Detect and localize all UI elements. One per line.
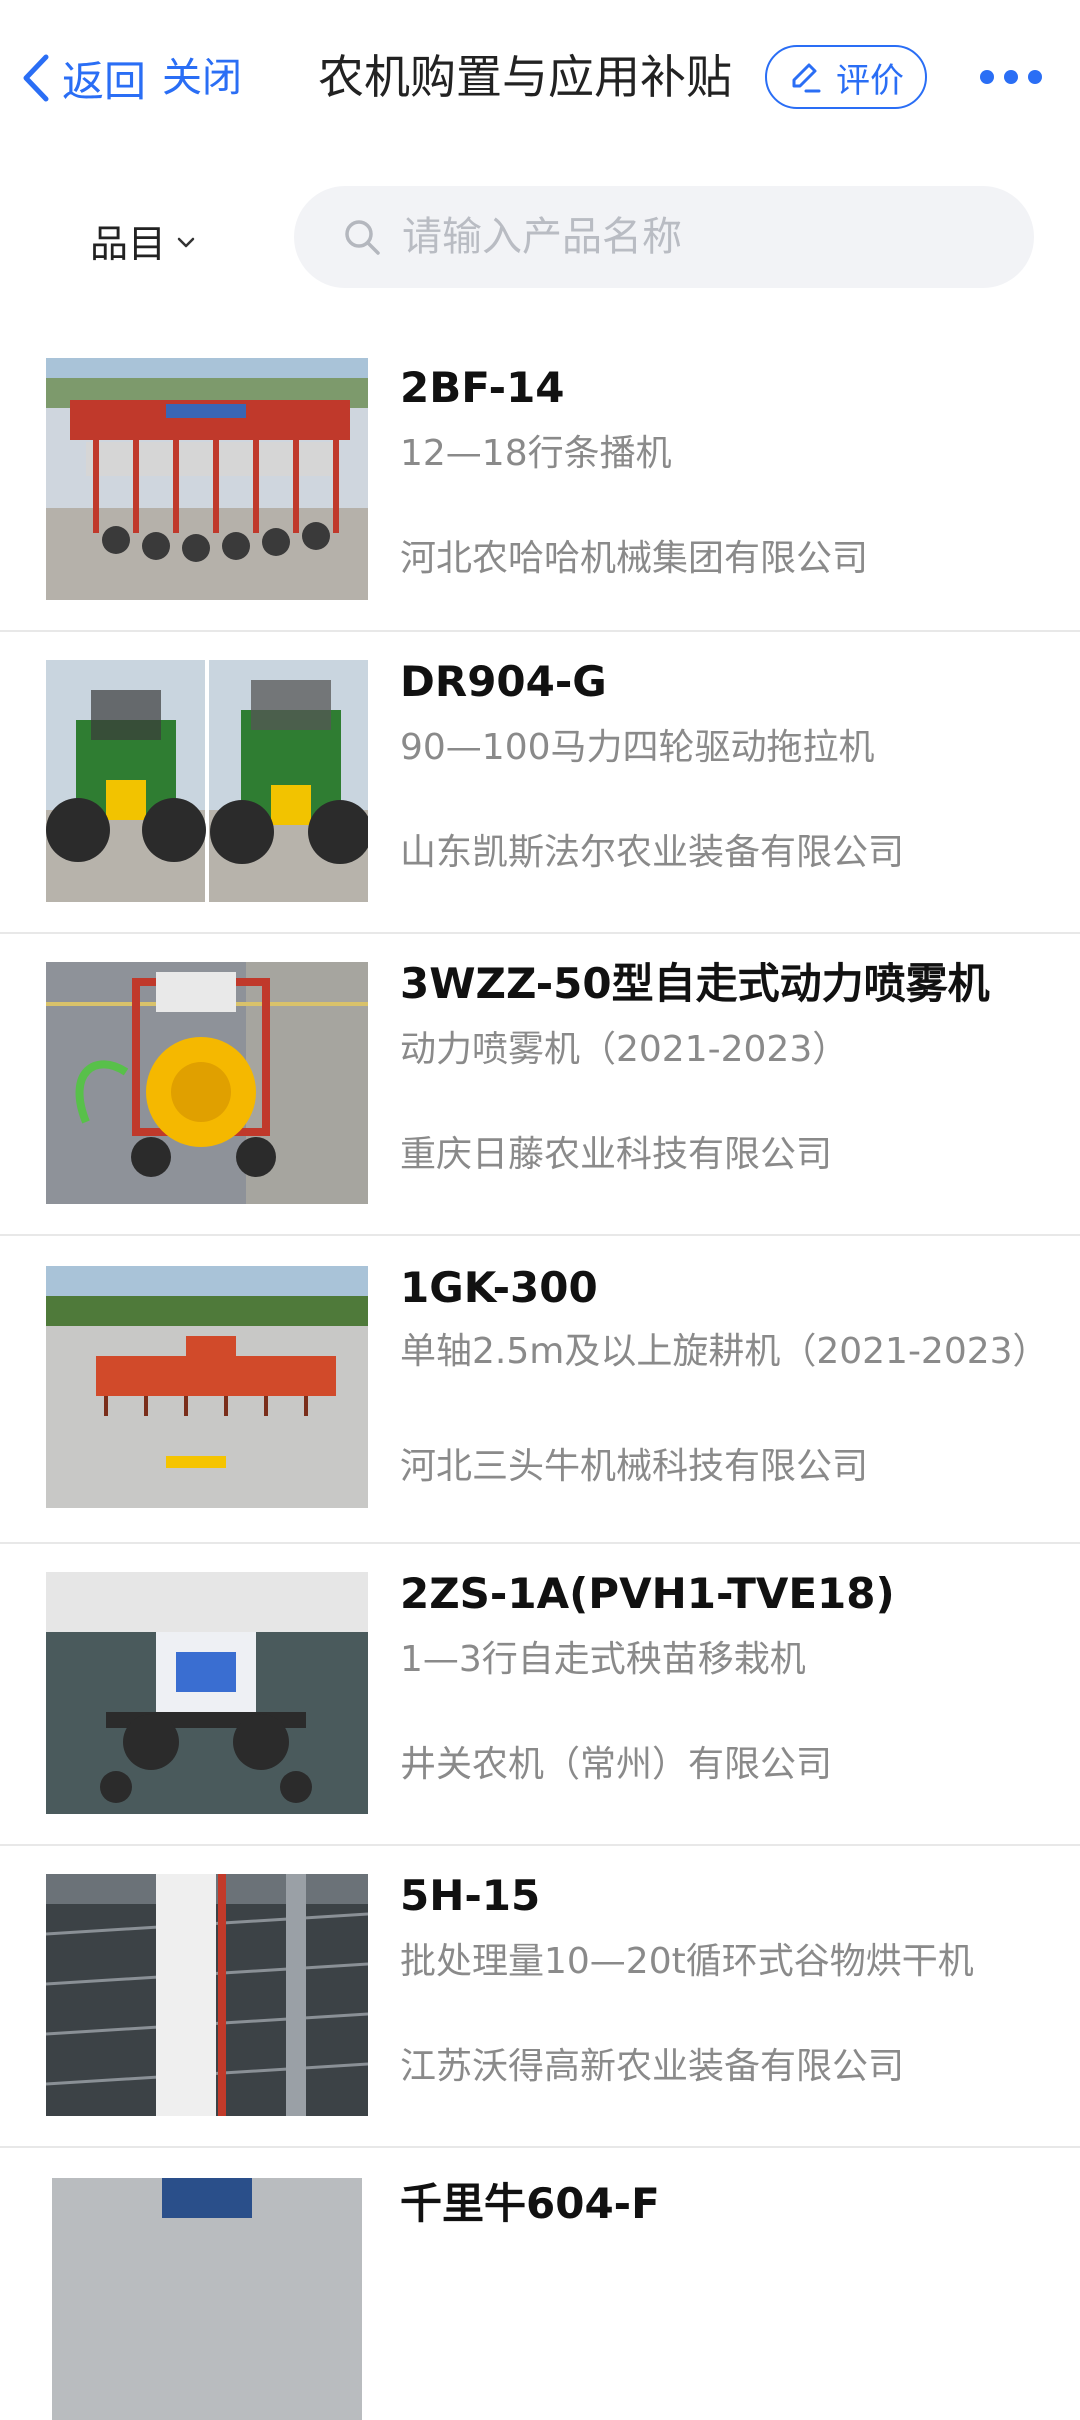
list-item[interactable]: 2BF-14 12—18行条播机 河北农哈哈机械集团有限公司 (0, 336, 1080, 632)
product-company: 江苏沃得高新农业装备有限公司 (400, 2046, 905, 2087)
rate-button[interactable]: 评价 (765, 45, 927, 109)
page-title: 农机购置与应用补贴 (318, 50, 732, 104)
product-model: 2ZS-1A(PVH1-TVE18) (400, 1569, 895, 1618)
close-button[interactable]: 关闭 (162, 48, 242, 108)
product-image (46, 660, 368, 902)
product-image (46, 358, 368, 600)
list-item[interactable]: 3WZZ-50型自走式动力喷雾机 动力喷雾机（2021-2023） 重庆日藤农业… (0, 934, 1080, 1236)
product-company: 河北农哈哈机械集团有限公司 (400, 538, 869, 579)
chevron-left-icon (23, 54, 49, 102)
back-button[interactable]: 返回 (18, 48, 146, 108)
list-item[interactable]: DR904-G 90—100马力四轮驱动拖拉机 山东凯斯法尔农业装备有限公司 (0, 632, 1080, 934)
product-company: 重庆日藤农业科技有限公司 (400, 1134, 833, 1175)
product-image (52, 2178, 362, 2420)
rate-label: 评价 (836, 60, 904, 101)
product-category: 单轴2.5m及以上旋耕机（2021-2023） (400, 1331, 1049, 1372)
product-model: 5H-15 (400, 1871, 541, 1920)
list-item[interactable]: 1GK-300 单轴2.5m及以上旋耕机（2021-2023） 河北三头牛机械科… (0, 1236, 1080, 1544)
product-category: 批处理量10—20t循环式谷物烘干机 (400, 1941, 974, 1982)
product-category: 1—3行自走式秧苗移栽机 (400, 1639, 806, 1680)
product-list: 2BF-14 12—18行条播机 河北农哈哈机械集团有限公司 DR904-G 9… (0, 336, 1080, 2420)
pencil-icon (792, 63, 821, 93)
product-model: DR904-G (400, 657, 607, 706)
product-category: 动力喷雾机（2021-2023） (400, 1029, 849, 1070)
list-item[interactable]: 5H-15 批处理量10—20t循环式谷物烘干机 江苏沃得高新农业装备有限公司 (0, 1846, 1080, 2148)
product-company: 河北三头牛机械科技有限公司 (400, 1446, 869, 1487)
top-navbar: 返回 关闭 农机购置与应用补贴 评价 (0, 0, 1080, 156)
product-model: 千里牛604-F (400, 2179, 660, 2228)
list-item[interactable]: 2ZS-1A(PVH1-TVE18) 1—3行自走式秧苗移栽机 井关农机（常州）… (0, 1544, 1080, 1846)
product-category: 12—18行条播机 (400, 433, 672, 474)
product-model: 3WZZ-50型自走式动力喷雾机 (400, 959, 990, 1008)
product-image (46, 1874, 368, 2116)
chevron-down-icon (177, 237, 195, 248)
more-dots-icon[interactable] (956, 60, 1066, 94)
product-model: 1GK-300 (400, 1263, 598, 1312)
product-company: 井关农机（常州）有限公司 (400, 1744, 833, 1785)
product-image (46, 1572, 368, 1814)
product-company: 山东凯斯法尔农业装备有限公司 (400, 832, 905, 873)
back-label: 返回 (62, 56, 147, 106)
product-category: 90—100马力四轮驱动拖拉机 (400, 727, 875, 768)
list-item[interactable]: 千里牛604-F (0, 2148, 1080, 2420)
product-image (46, 962, 368, 1204)
product-model: 2BF-14 (400, 363, 565, 412)
search-input[interactable] (400, 213, 1004, 261)
category-dropdown[interactable]: 品目 (90, 210, 196, 270)
search-icon (345, 220, 380, 255)
product-image (46, 1266, 368, 1508)
category-label: 品目 (90, 221, 167, 266)
search-bar[interactable] (294, 186, 1034, 288)
